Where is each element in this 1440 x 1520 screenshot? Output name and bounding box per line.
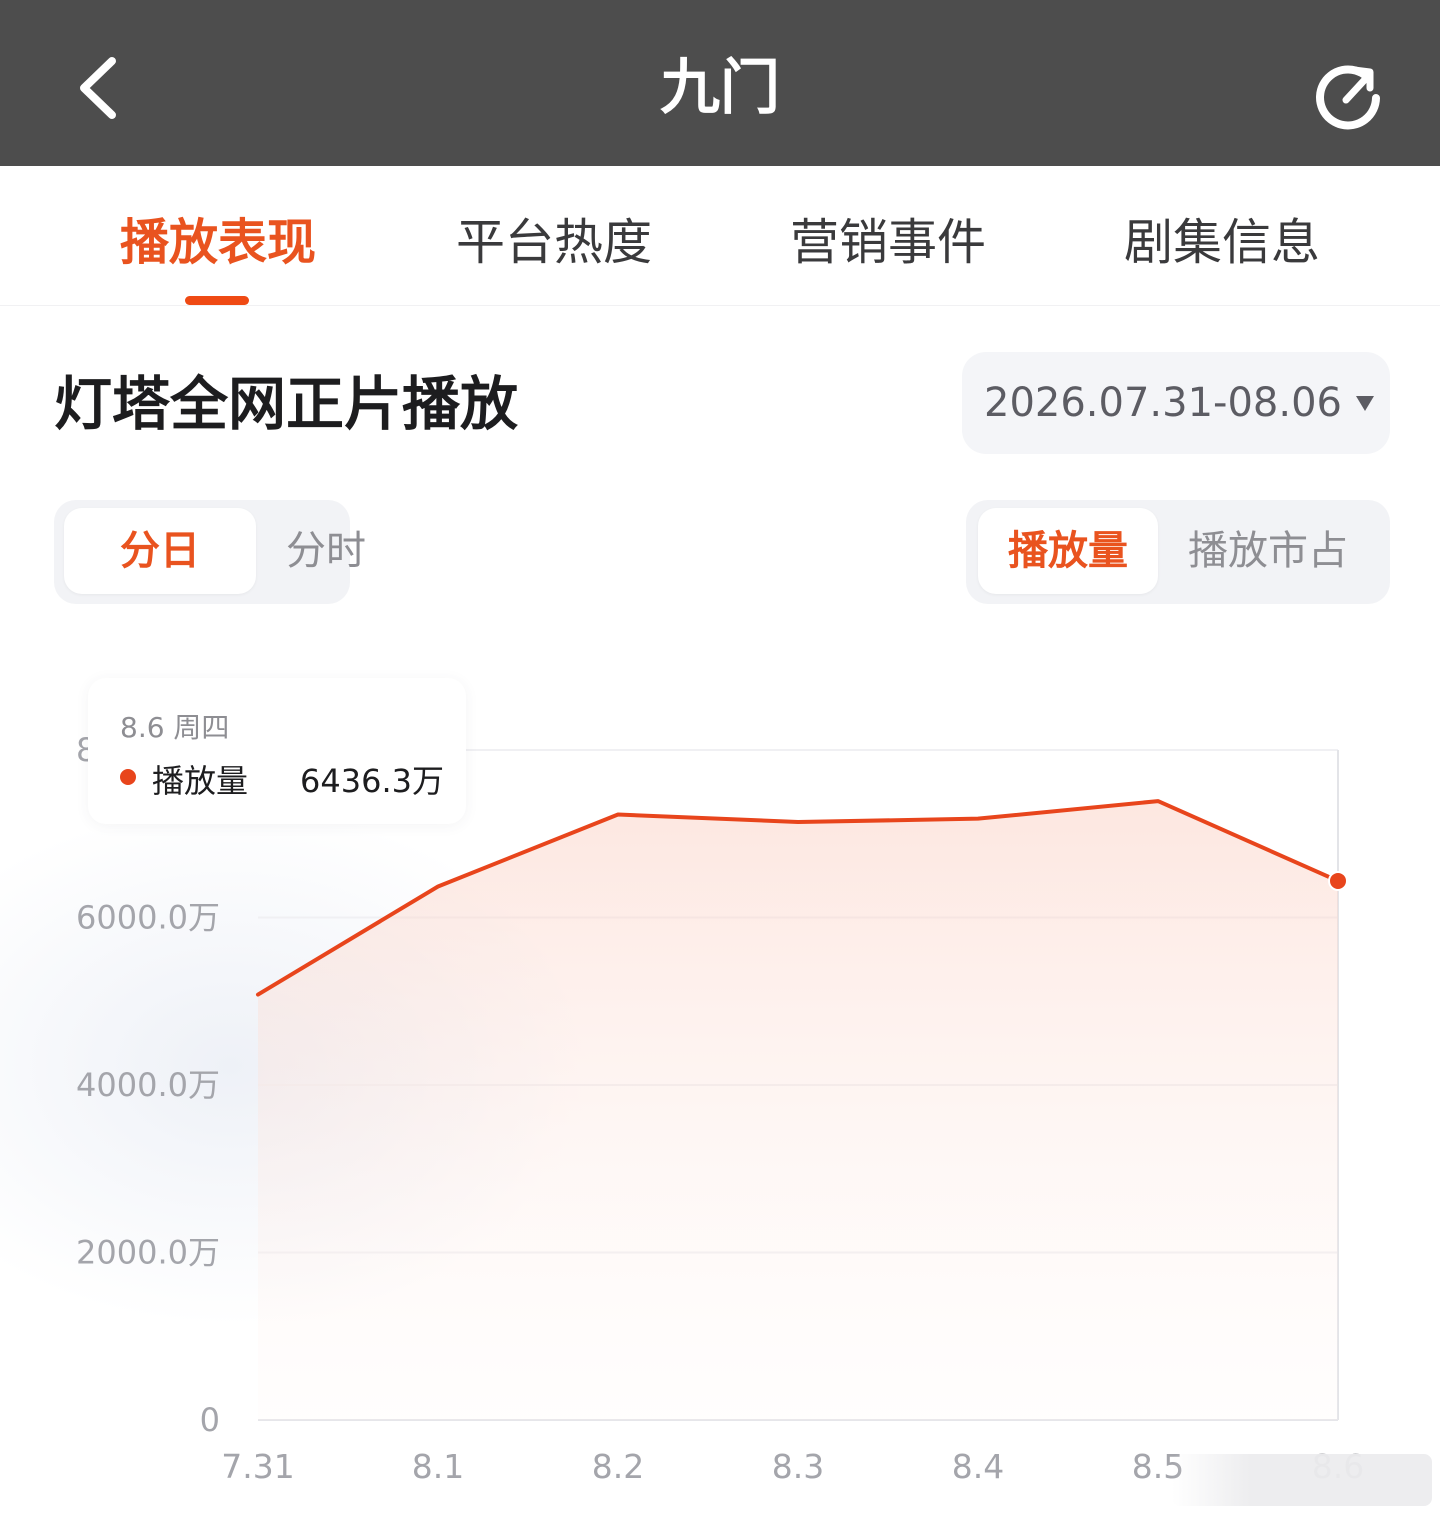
y-tick-label: 2000.0万 [76,1234,220,1272]
tooltip-series-label: 播放量 [152,762,249,800]
x-tick-label: 7.31 [221,1447,294,1486]
y-tick-label: 4000.0万 [76,1066,220,1104]
chart-tooltip: 8.6 周四 播放量 6436.3万 [88,678,466,824]
x-tick-label: 8.4 [952,1447,1004,1486]
tooltip-value: 6436.3万 [300,762,444,800]
x-tick-label: 8.2 [592,1447,644,1486]
tooltip-date: 8.6 周四 [120,711,230,744]
watermark-overlay [1172,1454,1432,1506]
tooltip-series-dot [120,769,136,785]
y-tick-label: 6000.0万 [76,899,220,937]
highlight-point [1328,870,1348,891]
x-tick-label: 8.1 [412,1447,464,1486]
y-tick-label: 0 [200,1401,220,1439]
series-area [258,801,1338,1420]
x-tick-label: 8.3 [772,1447,824,1486]
